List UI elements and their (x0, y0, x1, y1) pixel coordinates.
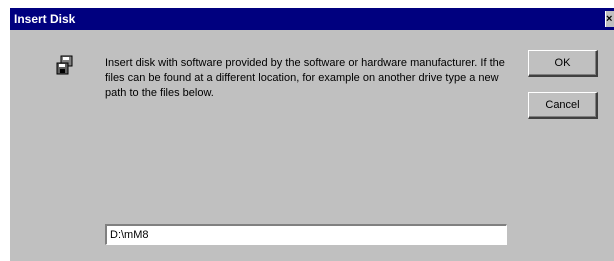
instruction-text: Insert disk with software provided by th… (105, 57, 505, 99)
ok-button[interactable]: OK (528, 50, 598, 77)
title-bar[interactable]: Insert Disk × (10, 8, 614, 30)
path-input[interactable] (105, 224, 507, 245)
cancel-button[interactable]: Cancel (528, 92, 598, 119)
close-button[interactable]: × (605, 11, 614, 27)
window-title: Insert Disk (14, 12, 76, 26)
disk-icon (54, 54, 78, 78)
insert-disk-dialog: Insert Disk × Insert disk with software … (10, 8, 614, 261)
